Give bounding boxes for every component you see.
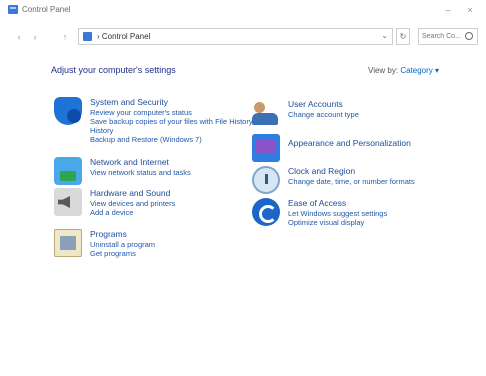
refresh-button[interactable]: ↻: [396, 28, 410, 45]
category-link[interactable]: Add a device: [90, 208, 133, 217]
title-bar: Control Panel – ×: [0, 0, 486, 20]
view-by: View by: Category ▾: [368, 66, 439, 75]
back-button[interactable]: ‹: [14, 31, 24, 43]
programs-icon: [54, 229, 82, 257]
user-accounts-icon: [252, 99, 280, 127]
shield-icon: [54, 97, 82, 125]
chevron-down-icon[interactable]: ⌄: [381, 31, 388, 40]
search-icon: [465, 32, 473, 40]
view-by-label: View by:: [368, 66, 401, 75]
category-link[interactable]: Save backup copies of your files with Fi…: [90, 117, 253, 126]
network-globe-icon: [54, 157, 82, 185]
category-title[interactable]: Clock and Region: [288, 166, 355, 176]
category-link[interactable]: View network status and tasks: [90, 168, 191, 177]
forward-button[interactable]: ›: [30, 31, 40, 43]
ease-of-access-icon: [252, 198, 280, 226]
control-panel-window: Control Panel – × ‹ › ↑ › Control Panel …: [0, 0, 486, 376]
category-title[interactable]: Hardware and Sound: [90, 188, 170, 198]
category-hardware-and-sound: Hardware and Sound View devices and prin…: [54, 188, 234, 218]
category-title[interactable]: System and Security: [90, 97, 168, 107]
close-button[interactable]: ×: [462, 3, 478, 17]
minimize-button[interactable]: –: [440, 3, 456, 17]
category-network-and-internet: Network and Internet View network status…: [54, 157, 234, 185]
search-input[interactable]: [422, 31, 464, 42]
category-appearance-and-personalization: Appearance and Personalization: [252, 134, 472, 162]
category-clock-and-region: Clock and Region Change date, time, or n…: [252, 166, 472, 194]
breadcrumb[interactable]: › Control Panel: [97, 32, 150, 41]
category-link[interactable]: Get programs: [90, 249, 136, 258]
category-ease-of-access: Ease of Access Let Windows suggest setti…: [252, 198, 472, 228]
clock-region-icon: [252, 166, 280, 194]
category-title[interactable]: Network and Internet: [90, 157, 169, 167]
category-link[interactable]: History: [90, 126, 113, 135]
page-title: Adjust your computer's settings: [51, 65, 176, 75]
category-title[interactable]: User Accounts: [288, 99, 343, 109]
category-link[interactable]: Change date, time, or number formats: [288, 177, 415, 186]
category-programs: Programs Uninstall a program Get program…: [54, 229, 234, 259]
category-system-and-security: System and Security Review your computer…: [54, 97, 253, 149]
control-panel-icon: [8, 5, 18, 14]
search-box[interactable]: [418, 28, 478, 45]
category-link[interactable]: Backup and Restore (Windows 7): [90, 135, 202, 144]
category-link[interactable]: Review your computer's status: [90, 108, 192, 117]
address-row: ‹ › ↑ › Control Panel ⌄ ↻: [0, 26, 486, 48]
appearance-icon: [252, 134, 280, 162]
category-link[interactable]: Uninstall a program: [90, 240, 155, 249]
window-title: Control Panel: [22, 5, 71, 14]
category-title[interactable]: Programs: [90, 229, 127, 239]
view-by-dropdown[interactable]: Category ▾: [400, 66, 439, 75]
control-panel-small-icon: [83, 32, 92, 41]
address-bar[interactable]: › Control Panel ⌄: [78, 28, 393, 45]
category-user-accounts: User Accounts Change account type: [252, 99, 472, 127]
speaker-icon: [54, 188, 82, 216]
category-link[interactable]: View devices and printers: [90, 199, 175, 208]
category-link[interactable]: Change account type: [288, 110, 359, 119]
category-title[interactable]: Appearance and Personalization: [288, 138, 411, 148]
category-title[interactable]: Ease of Access: [288, 198, 346, 208]
category-link[interactable]: Let Windows suggest settings: [288, 209, 387, 218]
up-button[interactable]: ↑: [60, 31, 70, 43]
category-link[interactable]: Optimize visual display: [288, 218, 364, 227]
